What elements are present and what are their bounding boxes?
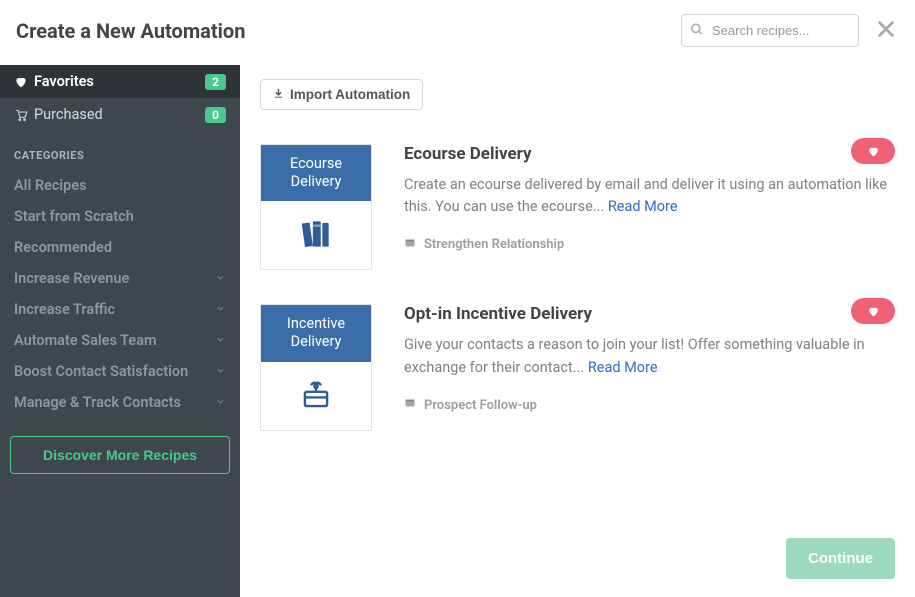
close-button[interactable] bbox=[875, 17, 897, 45]
chevron-down-icon bbox=[215, 332, 226, 349]
category-boost-contact-satisfaction[interactable]: Boost Contact Satisfaction bbox=[0, 356, 240, 387]
category-increase-traffic[interactable]: Increase Traffic bbox=[0, 294, 240, 325]
body: Favorites 2 Purchased 0 CATEGORIES All R… bbox=[0, 65, 915, 597]
discover-more-button[interactable]: Discover More Recipes bbox=[10, 436, 230, 474]
recipe-thumb[interactable]: Ecourse Delivery bbox=[260, 144, 372, 270]
recipe-info: Ecourse Delivery Create an ecourse deliv… bbox=[404, 144, 895, 253]
favorite-button[interactable] bbox=[851, 298, 895, 324]
search-input[interactable] bbox=[681, 14, 859, 47]
recipe-tag: Strengthen Relationship bbox=[404, 237, 895, 253]
thumb-title: Incentive Delivery bbox=[261, 305, 371, 361]
tag-icon bbox=[404, 397, 416, 413]
sidebar: Favorites 2 Purchased 0 CATEGORIES All R… bbox=[0, 65, 240, 597]
recipe-title: Ecourse Delivery bbox=[404, 144, 895, 164]
heart-icon bbox=[14, 75, 34, 89]
categories-heading: CATEGORIES bbox=[0, 131, 240, 170]
header: Create a New Automation bbox=[0, 0, 915, 65]
gift-icon bbox=[261, 362, 371, 430]
recipe-title: Opt-in Incentive Delivery bbox=[404, 304, 895, 324]
recipe-info: Opt-in Incentive Delivery Give your cont… bbox=[404, 304, 895, 413]
recipe-card: Incentive Delivery Opt-in Incentive Deli… bbox=[260, 304, 895, 430]
sidebar-tab-purchased[interactable]: Purchased 0 bbox=[0, 98, 240, 131]
thumb-title: Ecourse Delivery bbox=[261, 145, 371, 201]
page-title: Create a New Automation bbox=[16, 19, 681, 43]
chevron-down-icon bbox=[215, 394, 226, 411]
category-all-recipes[interactable]: All Recipes bbox=[0, 170, 240, 201]
chevron-down-icon bbox=[215, 363, 226, 380]
recipe-thumb[interactable]: Incentive Delivery bbox=[260, 304, 372, 430]
favorite-button[interactable] bbox=[851, 138, 895, 164]
main-panel: Import Automation Ecourse Delivery bbox=[240, 65, 915, 597]
continue-button[interactable]: Continue bbox=[786, 538, 895, 579]
recipe-description: Create an ecourse delivered by email and… bbox=[404, 174, 895, 219]
category-recommended[interactable]: Recommended bbox=[0, 232, 240, 263]
import-label: Import Automation bbox=[290, 87, 410, 102]
category-automate-sales-team[interactable]: Automate Sales Team bbox=[0, 325, 240, 356]
recipe-description: Give your contacts a reason to join your… bbox=[404, 334, 895, 379]
favorites-count-badge: 2 bbox=[205, 74, 226, 90]
recipe-tag: Prospect Follow-up bbox=[404, 397, 895, 413]
category-increase-revenue[interactable]: Increase Revenue bbox=[0, 263, 240, 294]
import-automation-button[interactable]: Import Automation bbox=[260, 79, 423, 110]
category-start-from-scratch[interactable]: Start from Scratch bbox=[0, 201, 240, 232]
recipe-card: Ecourse Delivery Ecourse Delivery bbox=[260, 144, 895, 270]
search-wrap bbox=[681, 14, 859, 47]
read-more-link[interactable]: Read More bbox=[608, 198, 678, 215]
download-icon bbox=[273, 87, 284, 102]
sidebar-tab-label: Favorites bbox=[34, 73, 205, 90]
purchased-count-badge: 0 bbox=[205, 107, 226, 123]
search-icon bbox=[690, 21, 704, 40]
sidebar-tab-label: Purchased bbox=[34, 106, 205, 123]
cart-icon bbox=[14, 108, 34, 122]
chevron-down-icon bbox=[215, 270, 226, 287]
books-icon bbox=[261, 201, 371, 269]
tag-icon bbox=[404, 237, 416, 253]
chevron-down-icon bbox=[215, 301, 226, 318]
read-more-link[interactable]: Read More bbox=[588, 359, 658, 376]
category-manage-track-contacts[interactable]: Manage & Track Contacts bbox=[0, 387, 240, 418]
sidebar-tab-favorites[interactable]: Favorites 2 bbox=[0, 65, 240, 98]
